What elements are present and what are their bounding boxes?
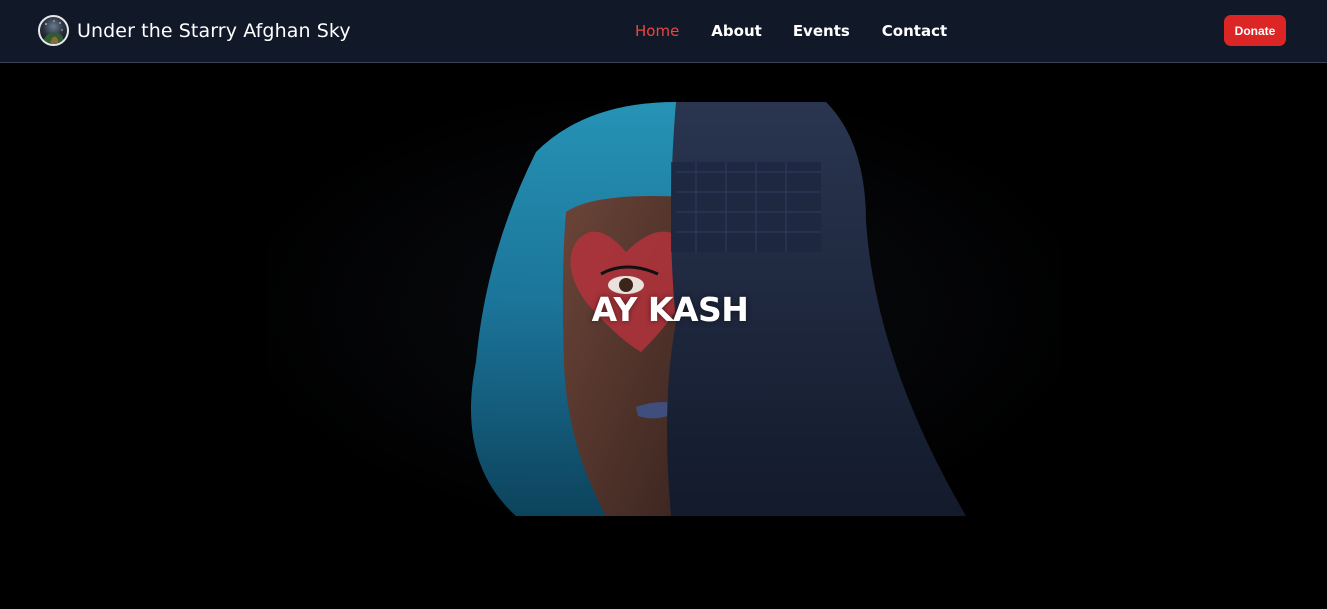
- nav-events-link[interactable]: Events: [793, 22, 850, 40]
- hero-title: AY KASH: [591, 290, 749, 329]
- starry-sky-logo-icon: [38, 15, 69, 46]
- hero-section: AY KASH: [0, 64, 1327, 609]
- main-nav: Home About Events Contact: [635, 22, 947, 40]
- nav-home-link[interactable]: Home: [635, 22, 679, 40]
- nav-contact-link[interactable]: Contact: [882, 22, 947, 40]
- nav-about-link[interactable]: About: [711, 22, 762, 40]
- donate-button[interactable]: Donate: [1224, 15, 1286, 46]
- top-navbar: Under the Starry Afghan Sky Home About E…: [0, 0, 1327, 63]
- brand-title: Under the Starry Afghan Sky: [77, 19, 351, 42]
- brand-home-link[interactable]: Under the Starry Afghan Sky: [38, 15, 351, 46]
